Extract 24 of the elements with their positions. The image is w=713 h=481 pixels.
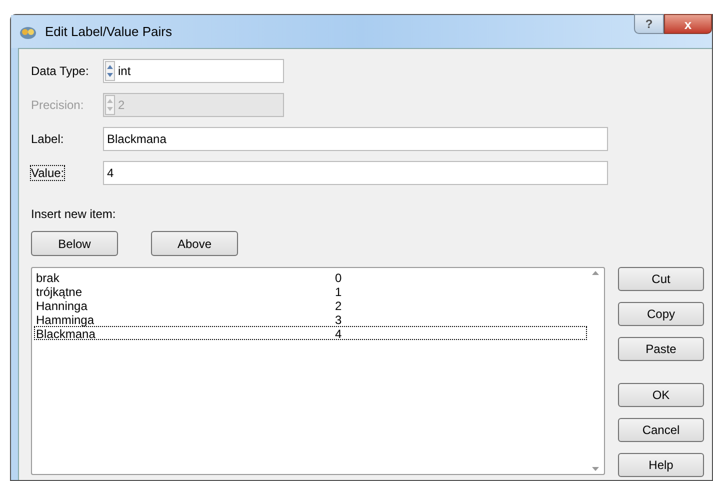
- insert-button[interactable]: Below: [31, 231, 118, 256]
- field-label: Label:: [31, 131, 65, 148]
- list-row[interactable]: Hanninga 2: [34, 298, 587, 312]
- action-button[interactable]: Cancel: [618, 418, 704, 442]
- action-button[interactable]: Help: [618, 453, 704, 477]
- insert-label: Insert new item:: [31, 206, 117, 223]
- action-button[interactable]: Copy: [618, 302, 704, 326]
- field-label: Data Type:: [31, 63, 90, 80]
- list-row[interactable]: trójkątne 1: [34, 284, 587, 298]
- text-field[interactable]: Blackmana: [103, 127, 608, 151]
- close-button[interactable]: x: [664, 14, 712, 34]
- spin-field[interactable]: int: [103, 59, 284, 83]
- insert-button[interactable]: Above: [151, 231, 238, 256]
- list-row[interactable]: Blackmana 4: [34, 326, 587, 340]
- action-button[interactable]: OK: [618, 383, 704, 407]
- list-row[interactable]: Hamminga 3: [34, 312, 587, 326]
- window-title: Edit Label/Value Pairs: [45, 22, 172, 41]
- action-button[interactable]: Cut: [618, 267, 704, 291]
- field-label: Value:: [31, 165, 66, 182]
- help-button[interactable]: ?: [634, 14, 664, 34]
- action-button[interactable]: Paste: [618, 337, 704, 361]
- field-label: Precision:: [31, 97, 85, 114]
- list-row[interactable]: brak 0: [34, 270, 587, 284]
- text-field[interactable]: 4: [103, 161, 608, 185]
